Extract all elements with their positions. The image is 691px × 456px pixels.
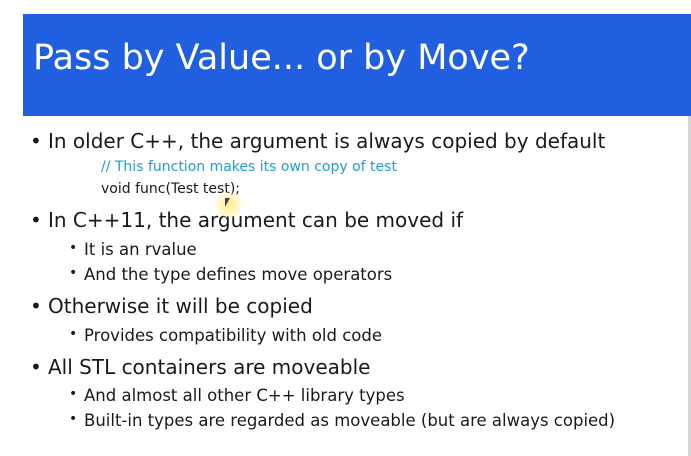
bullet-stl-moveable: • All STL containers are moveable <box>30 355 371 379</box>
bullet-dot: • <box>30 129 42 153</box>
sub-bullet-rvalue: • It is an rvalue <box>69 240 197 259</box>
sub-bullet-dot: • <box>69 411 78 427</box>
mouse-pointer-highlight-icon <box>216 192 242 218</box>
bullet-dot: • <box>30 355 42 379</box>
sub-bullet-text: Built-in types are regarded as moveable … <box>84 411 616 430</box>
sub-bullet-move-operators: • And the type defines move operators <box>69 265 393 284</box>
slide-content: • In older C++, the argument is always c… <box>0 0 691 456</box>
sub-bullet-dot: • <box>69 240 78 256</box>
cursor-arrow-icon <box>225 198 230 207</box>
bullet-text: All STL containers are moveable <box>48 355 371 379</box>
sub-bullet-text: Provides compatibility with old code <box>84 326 383 345</box>
bullet-text: In C++11, the argument can be moved if <box>48 208 464 232</box>
sub-bullet-text: And the type defines move operators <box>84 265 393 284</box>
bullet-otherwise-copied: • Otherwise it will be copied <box>30 294 313 318</box>
bullet-older-cpp: • In older C++, the argument is always c… <box>30 129 606 153</box>
sub-bullet-dot: • <box>69 386 78 402</box>
sub-bullet-text: And almost all other C++ library types <box>84 386 405 405</box>
bullet-text: In older C++, the argument is always cop… <box>48 129 606 153</box>
code-comment: // This function makes its own copy of t… <box>101 159 397 175</box>
sub-bullet-library-types: • And almost all other C++ library types <box>69 386 405 405</box>
bullet-dot: • <box>30 294 42 318</box>
bullet-dot: • <box>30 208 42 232</box>
sub-bullet-builtin-types: • Built-in types are regarded as moveabl… <box>69 411 616 430</box>
sub-bullet-text: It is an rvalue <box>84 240 197 259</box>
sub-bullet-dot: • <box>69 265 78 281</box>
bullet-cpp11-moved: • In C++11, the argument can be moved if <box>30 208 464 232</box>
sub-bullet-dot: • <box>69 326 78 342</box>
bullet-text: Otherwise it will be copied <box>48 294 313 318</box>
sub-bullet-compatibility: • Provides compatibility with old code <box>69 326 383 345</box>
